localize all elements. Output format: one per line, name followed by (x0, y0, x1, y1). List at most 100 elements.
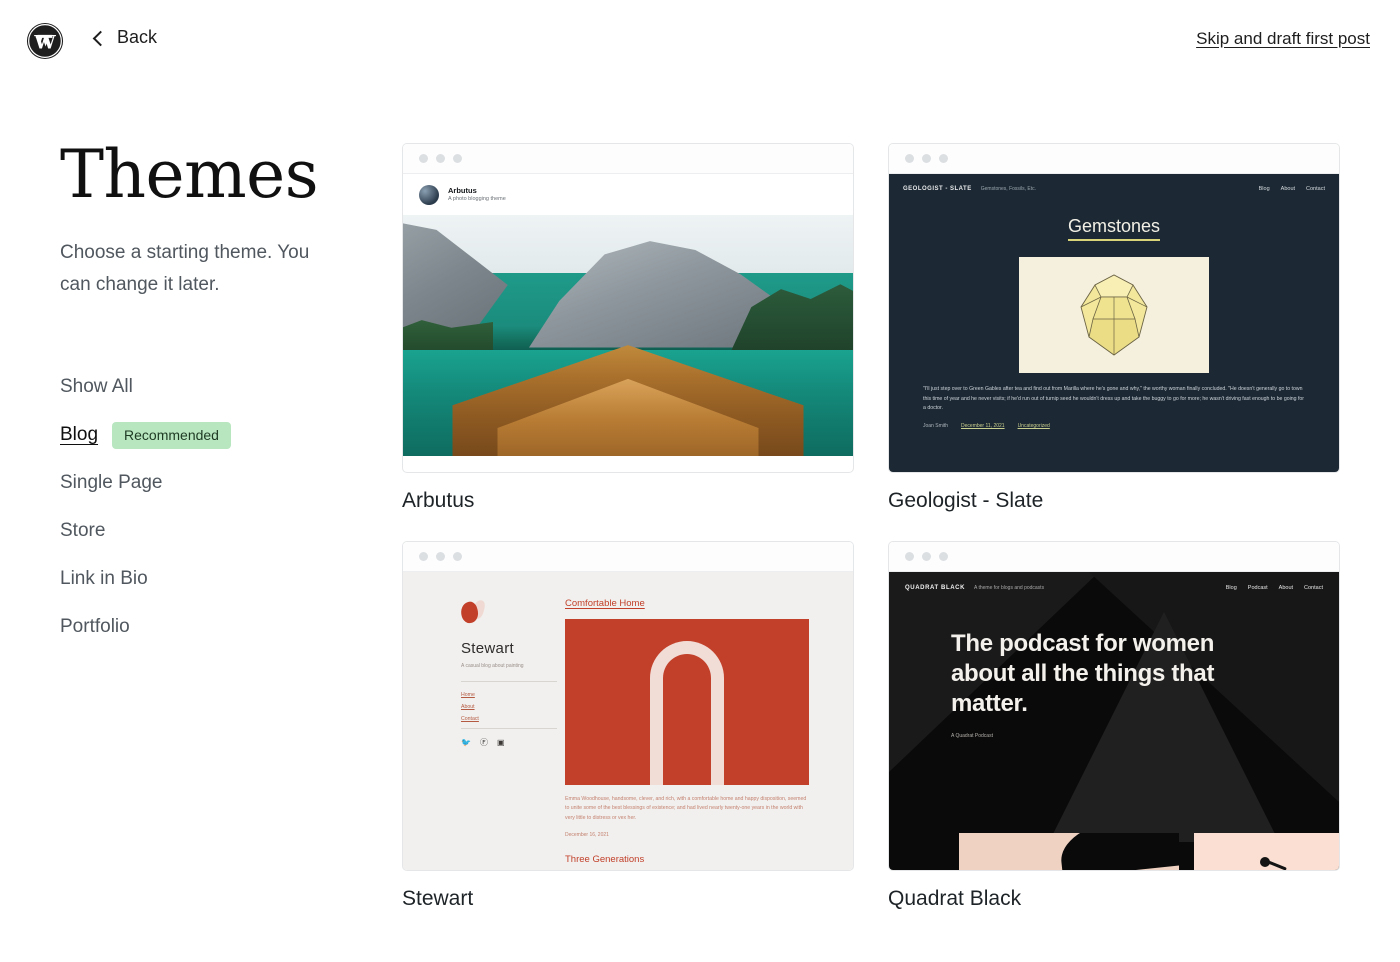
filter-label[interactable]: Portfolio (60, 616, 130, 638)
quadrat-subheading: A Quadrat Podcast (951, 732, 993, 739)
stewart-main: Comfortable Home Emma Woodhouse, handsom… (555, 572, 853, 870)
nav-item[interactable]: Contact (1304, 585, 1323, 591)
window-dot-icon (922, 552, 931, 561)
stewart-post-title[interactable]: Comfortable Home (565, 598, 809, 609)
filter-label[interactable]: Show All (60, 376, 133, 398)
geologist-site-header: GEOLOGIST - SLATE Gemstones, Fossils, Et… (889, 174, 1339, 192)
nav-item[interactable]: About (1279, 585, 1293, 591)
filter-portfolio[interactable]: Portfolio (60, 603, 380, 651)
page-subtitle: Choose a starting theme. You can change … (60, 242, 310, 296)
theme-card-stewart[interactable]: Stewart A casual blog about painting Hom… (402, 541, 854, 911)
theme-card-quadrat-black[interactable]: QUADRAT BLACK A theme for blogs and podc… (888, 541, 1340, 911)
facebook-icon[interactable]: Ⓕ (480, 739, 488, 747)
nav-item[interactable]: Podcast (1248, 585, 1268, 591)
filter-label[interactable]: Single Page (60, 472, 162, 494)
post-date[interactable]: December 11, 2021 (961, 423, 1005, 429)
window-dot-icon (436, 154, 445, 163)
window-dot-icon (939, 552, 948, 561)
nav-item[interactable]: Contact (1306, 186, 1325, 192)
quadrat-brand: QUADRAT BLACK (905, 585, 966, 591)
window-dot-icon (922, 154, 931, 163)
theme-preview-stewart[interactable]: Stewart A casual blog about painting Hom… (402, 541, 854, 871)
browser-chrome (889, 144, 1339, 174)
quadrat-photo (959, 833, 1179, 870)
geologist-heading: Gemstones (889, 216, 1339, 241)
filter-link-in-bio[interactable]: Link in Bio (60, 555, 380, 603)
back-button[interactable]: Back (92, 27, 157, 48)
geologist-tagline: Gemstones, Fossils, Etc. (980, 186, 1037, 192)
browser-chrome (889, 542, 1339, 572)
geologist-excerpt: "I'll just step over to Green Gables aft… (923, 386, 1305, 412)
theme-preview-quadrat-black[interactable]: QUADRAT BLACK A theme for blogs and podc… (888, 541, 1340, 871)
nav-item[interactable]: Contact (461, 716, 555, 722)
geologist-post-meta: Joan Smith December 11, 2021 Uncategoriz… (923, 423, 1305, 429)
theme-filter-list: Show All Blog Recommended Single Page St… (60, 363, 380, 651)
nav-item[interactable]: Blog (1259, 186, 1270, 192)
filter-store[interactable]: Store (60, 507, 380, 555)
stewart-nav: Home About Contact (461, 692, 555, 722)
stewart-sidebar: Stewart A casual blog about painting Hom… (403, 572, 557, 870)
geologist-heading-text: Gemstones (1067, 216, 1161, 241)
theme-card-geologist-slate[interactable]: GEOLOGIST - SLATE Gemstones, Fossils, Et… (888, 143, 1340, 513)
theme-name-label: Quadrat Black (888, 887, 1022, 910)
window-dot-icon (905, 154, 914, 163)
quadrat-site-header: QUADRAT BLACK A theme for blogs and podc… (889, 572, 1339, 591)
quadrat-image-strip (889, 827, 1339, 870)
post-category[interactable]: Uncategorized (1018, 423, 1050, 429)
arbutus-site-tagline: A photo blogging theme (448, 196, 506, 203)
stewart-next-post-title[interactable]: Three Generations (565, 854, 809, 865)
window-dot-icon (419, 552, 428, 561)
stewart-post-image (565, 619, 809, 785)
quadrat-tagline: A theme for blogs and podcasts (974, 585, 1045, 591)
quadrat-photo (1194, 833, 1339, 870)
arbutus-site-header: Arbutus A photo blogging theme (403, 174, 853, 215)
theme-grid: Arbutus A photo blogging theme Arbutus G… (402, 143, 1340, 911)
gemstone-illustration (1019, 257, 1209, 373)
arbutus-hero-photo (403, 215, 853, 456)
skip-and-draft-first-post-link[interactable]: Skip and draft first post (1196, 29, 1370, 49)
filter-label[interactable]: Link in Bio (60, 568, 148, 590)
window-dot-icon (905, 552, 914, 561)
preview-screen: QUADRAT BLACK A theme for blogs and podc… (889, 572, 1339, 870)
theme-preview-geologist-slate[interactable]: GEOLOGIST - SLATE Gemstones, Fossils, Et… (888, 143, 1340, 473)
wordpress-logo-icon[interactable]: W (26, 22, 64, 60)
browser-chrome (403, 144, 853, 174)
post-author: Joan Smith (923, 422, 949, 429)
preview-screen: Arbutus A photo blogging theme (403, 174, 853, 472)
preview-screen: Stewart A casual blog about painting Hom… (403, 572, 853, 870)
arch-painting-shape (650, 641, 724, 785)
filter-label[interactable]: Store (60, 520, 105, 542)
preview-screen: GEOLOGIST - SLATE Gemstones, Fossils, Et… (889, 174, 1339, 472)
theme-preview-arbutus[interactable]: Arbutus A photo blogging theme (402, 143, 854, 473)
geologist-post-body: "I'll just step over to Green Gables aft… (923, 385, 1305, 429)
nav-item[interactable]: Blog (1226, 585, 1237, 591)
svg-text:W: W (33, 32, 56, 54)
avatar (419, 185, 439, 205)
nav-item[interactable]: About (1281, 186, 1295, 192)
page-title: Themes (60, 136, 319, 213)
top-bar: W Back Skip and draft first post (0, 0, 1400, 82)
divider (461, 681, 557, 682)
stewart-logo-icon (458, 598, 487, 626)
nav-item[interactable]: About (461, 704, 555, 710)
sidebar: Themes Choose a starting theme. You can … (60, 140, 380, 651)
filter-show-all[interactable]: Show All (60, 363, 380, 411)
filter-blog[interactable]: Blog Recommended (60, 411, 380, 459)
theme-card-arbutus[interactable]: Arbutus A photo blogging theme Arbutus (402, 143, 854, 513)
stewart-site-title: Stewart (461, 640, 514, 657)
twitter-icon[interactable]: 🐦 (461, 739, 471, 747)
nav-item[interactable]: Home (461, 692, 555, 698)
stewart-social-links: 🐦 Ⓕ ▣ (461, 739, 555, 747)
filter-single-page[interactable]: Single Page (60, 459, 380, 507)
filter-label[interactable]: Blog (60, 424, 98, 446)
theme-name-label: Arbutus (402, 489, 475, 512)
browser-chrome (403, 542, 853, 572)
stewart-excerpt: Emma Woodhouse, handsome, clever, and ri… (565, 796, 807, 821)
stewart-site-tagline: A casual blog about painting (461, 663, 524, 669)
chevron-left-icon (92, 30, 109, 46)
instagram-icon[interactable]: ▣ (497, 739, 505, 747)
geologist-nav: Blog About Contact (1259, 186, 1325, 192)
gemstone-icon (1080, 274, 1148, 356)
theme-name-label: Stewart (402, 887, 474, 910)
window-dot-icon (453, 552, 462, 561)
